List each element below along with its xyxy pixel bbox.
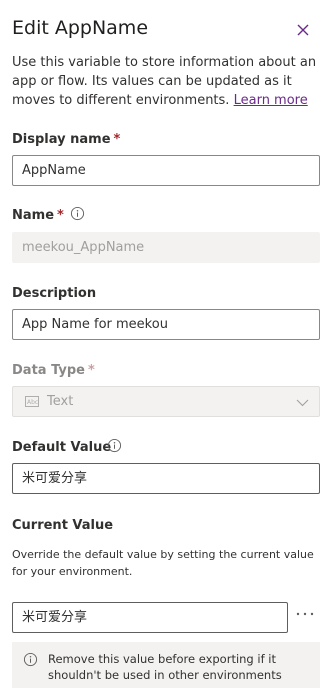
data-type-label: Data Type * bbox=[12, 363, 95, 378]
more-options-icon[interactable] bbox=[294, 606, 316, 622]
required-mark: * bbox=[88, 363, 95, 378]
display-name-label-text: Display name bbox=[12, 132, 111, 147]
description-label: Description bbox=[12, 286, 97, 301]
chevron-down-icon bbox=[296, 399, 309, 407]
name-label-text: Name bbox=[12, 208, 55, 223]
current-value-field[interactable]: 米可爱分享 bbox=[12, 602, 288, 633]
learn-more-link[interactable]: Learn more bbox=[234, 93, 308, 108]
panel-description: Use this variable to store information a… bbox=[12, 53, 326, 110]
data-type-value: Text bbox=[47, 394, 74, 409]
svg-text:Abc: Abc bbox=[27, 399, 38, 406]
current-value-helper-text: Override the default value by setting th… bbox=[12, 548, 314, 578]
name-field: meekou_AppName bbox=[12, 232, 320, 263]
default-value-field[interactable]: 米可爱分享 bbox=[12, 463, 320, 494]
display-name-field[interactable]: AppName bbox=[12, 155, 320, 186]
text-type-icon: Abc bbox=[25, 396, 39, 407]
info-icon[interactable] bbox=[70, 206, 85, 221]
info-icon bbox=[23, 652, 38, 667]
edit-variable-panel: Edit AppName Use this variable to store … bbox=[0, 0, 336, 688]
name-label: Name * bbox=[12, 208, 64, 223]
required-mark: * bbox=[57, 208, 64, 223]
close-icon[interactable] bbox=[293, 20, 313, 40]
required-mark: * bbox=[113, 132, 121, 147]
default-value-label: Default Value bbox=[12, 440, 112, 455]
info-icon[interactable] bbox=[107, 438, 122, 453]
display-name-label: Display name * bbox=[12, 132, 120, 147]
panel-title: Edit AppName bbox=[12, 17, 149, 39]
data-type-label-text: Data Type bbox=[12, 363, 85, 378]
notice-message-bar: Remove this value before exporting if it… bbox=[12, 642, 320, 688]
data-type-dropdown: Abc Text bbox=[12, 386, 320, 417]
description-field[interactable]: App Name for meekou bbox=[12, 309, 320, 340]
current-value-label: Current Value bbox=[12, 518, 114, 533]
notice-text: Remove this value before exporting if it… bbox=[48, 652, 282, 682]
